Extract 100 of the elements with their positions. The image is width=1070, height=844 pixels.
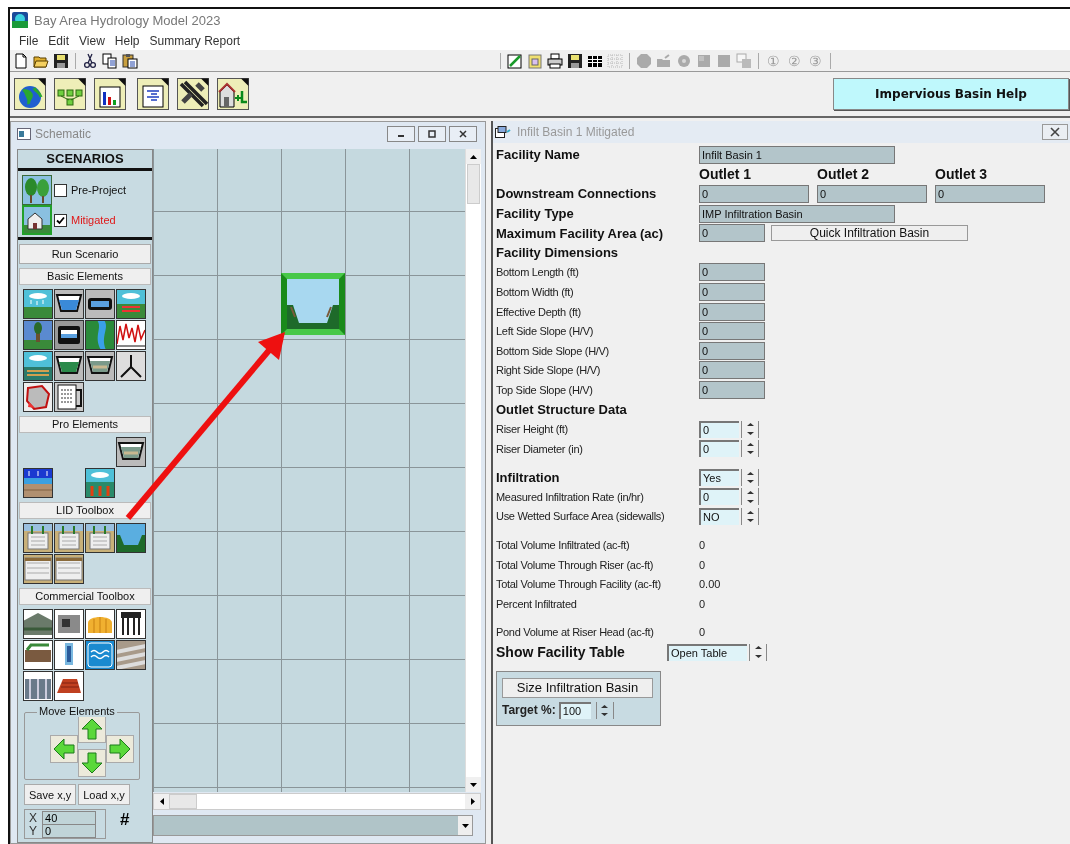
- product-icon[interactable]: [85, 609, 115, 639]
- close-button[interactable]: [449, 126, 477, 142]
- text-field[interactable]: 0: [699, 341, 765, 360]
- scroll-down-button[interactable]: [466, 777, 481, 792]
- basin-icon[interactable]: [54, 289, 84, 319]
- grid-button[interactable]: #: [120, 811, 130, 829]
- spin-field[interactable]: 100: [558, 701, 591, 719]
- spin-field[interactable]: 0: [699, 488, 739, 506]
- pond-icon[interactable]: [116, 523, 146, 553]
- menu-item[interactable]: Help: [109, 33, 145, 48]
- text-field[interactable]: 0: [699, 380, 765, 399]
- run-scenario-button[interactable]: Run Scenario: [19, 244, 151, 264]
- menu-item[interactable]: View: [74, 33, 110, 48]
- move-down-button[interactable]: [78, 749, 106, 777]
- new-file-icon[interactable]: [13, 52, 29, 69]
- hydrograph-icon[interactable]: [116, 320, 146, 350]
- scroll-right-button[interactable]: [465, 794, 480, 809]
- text-field[interactable]: 0: [699, 224, 765, 243]
- product-icon[interactable]: [85, 640, 115, 670]
- spin-field[interactable]: NO: [699, 508, 739, 525]
- spin-button[interactable]: [741, 488, 759, 506]
- rain-icon[interactable]: [23, 289, 53, 319]
- trench-icon[interactable]: [23, 554, 53, 584]
- printer-icon[interactable]: [547, 52, 563, 69]
- text-field[interactable]: 0: [699, 302, 765, 321]
- menu-item[interactable]: File: [14, 33, 44, 48]
- globe-icon[interactable]: [14, 78, 46, 110]
- tank-icon[interactable]: [54, 320, 84, 350]
- size-basin-button[interactable]: Size Infiltration Basin: [502, 677, 653, 698]
- tools-icon[interactable]: [177, 78, 209, 110]
- report-icon[interactable]: [137, 78, 169, 110]
- quick-basin-button[interactable]: Quick Infiltration Basin: [771, 225, 968, 242]
- text-field[interactable]: 0: [699, 185, 809, 203]
- product-icon[interactable]: [116, 640, 146, 670]
- checkbox[interactable]: [54, 213, 67, 227]
- text-field[interactable]: 0: [817, 185, 927, 203]
- close-button[interactable]: [1042, 124, 1068, 140]
- basin-icon[interactable]: [54, 351, 84, 381]
- table-icon[interactable]: [54, 382, 84, 412]
- spin-button[interactable]: [741, 440, 759, 458]
- product-icon[interactable]: [116, 609, 146, 639]
- dropdown-button[interactable]: [458, 816, 472, 835]
- text-field[interactable]: Infilt Basin 1: [699, 145, 895, 164]
- scrollbar-thumb[interactable]: [467, 164, 480, 204]
- text-field[interactable]: 0: [699, 282, 765, 301]
- product-icon[interactable]: [54, 609, 84, 639]
- text-field[interactable]: 0: [699, 322, 765, 341]
- basin-icon[interactable]: [116, 437, 146, 467]
- spin-field[interactable]: 0: [699, 440, 739, 458]
- paste-icon[interactable]: [122, 52, 138, 69]
- product-icon[interactable]: [23, 671, 53, 701]
- minimize-button[interactable]: [387, 126, 415, 142]
- product-icon[interactable]: [23, 609, 53, 639]
- text-field[interactable]: 0: [699, 361, 765, 380]
- split-icon[interactable]: [116, 351, 146, 381]
- help-button[interactable]: Impervious Basin Help: [833, 78, 1069, 110]
- trench-icon[interactable]: [54, 554, 84, 584]
- move-up-button[interactable]: [78, 715, 106, 743]
- infiltration-icon[interactable]: [23, 351, 53, 381]
- save-icon[interactable]: [567, 52, 583, 69]
- trench-icon[interactable]: [23, 523, 53, 553]
- menu-item[interactable]: Summary Report: [144, 33, 246, 48]
- edit-page-icon[interactable]: [507, 52, 523, 69]
- soil-icon[interactable]: [85, 468, 115, 498]
- load-xy-button[interactable]: Load x,y: [78, 784, 130, 805]
- product-icon[interactable]: [54, 671, 84, 701]
- tree-icon[interactable]: [23, 320, 53, 350]
- text-field[interactable]: 0: [935, 185, 1045, 203]
- product-icon[interactable]: [54, 640, 84, 670]
- move-left-button[interactable]: [50, 735, 78, 763]
- cut-icon[interactable]: [82, 52, 98, 69]
- move-right-button[interactable]: [106, 735, 134, 763]
- menu-item[interactable]: Edit: [43, 33, 75, 48]
- copy-icon[interactable]: [102, 52, 118, 69]
- checkbox[interactable]: [54, 183, 67, 197]
- horizontal-scrollbar[interactable]: [153, 793, 481, 810]
- bar-chart-icon[interactable]: [94, 78, 126, 110]
- spin-button[interactable]: [749, 643, 767, 661]
- scroll-up-button[interactable]: [466, 149, 481, 164]
- scrollbar-thumb[interactable]: [169, 794, 197, 809]
- clipboard-icon[interactable]: [527, 52, 543, 69]
- soil-icon[interactable]: [116, 289, 146, 319]
- spin-field[interactable]: 0: [699, 420, 739, 438]
- trench-icon[interactable]: [85, 523, 115, 553]
- trench-icon[interactable]: [54, 523, 84, 553]
- spin-button[interactable]: [741, 468, 759, 486]
- spin-button[interactable]: [741, 508, 759, 525]
- coordinate-field[interactable]: 40: [42, 810, 96, 825]
- spin-field[interactable]: Open Table: [667, 643, 747, 661]
- scroll-left-button[interactable]: [154, 794, 169, 809]
- tank-icon[interactable]: [85, 289, 115, 319]
- basin-icon[interactable]: [85, 351, 115, 381]
- spin-button[interactable]: [595, 701, 614, 719]
- product-icon[interactable]: [23, 640, 53, 670]
- save-icon[interactable]: [53, 52, 69, 69]
- spin-field[interactable]: Yes: [699, 468, 739, 486]
- text-field[interactable]: IMP Infiltration Basin: [699, 204, 895, 223]
- catchment-icon[interactable]: [23, 382, 53, 412]
- vertical-scrollbar[interactable]: [465, 149, 481, 792]
- dropdown-field[interactable]: [153, 815, 473, 836]
